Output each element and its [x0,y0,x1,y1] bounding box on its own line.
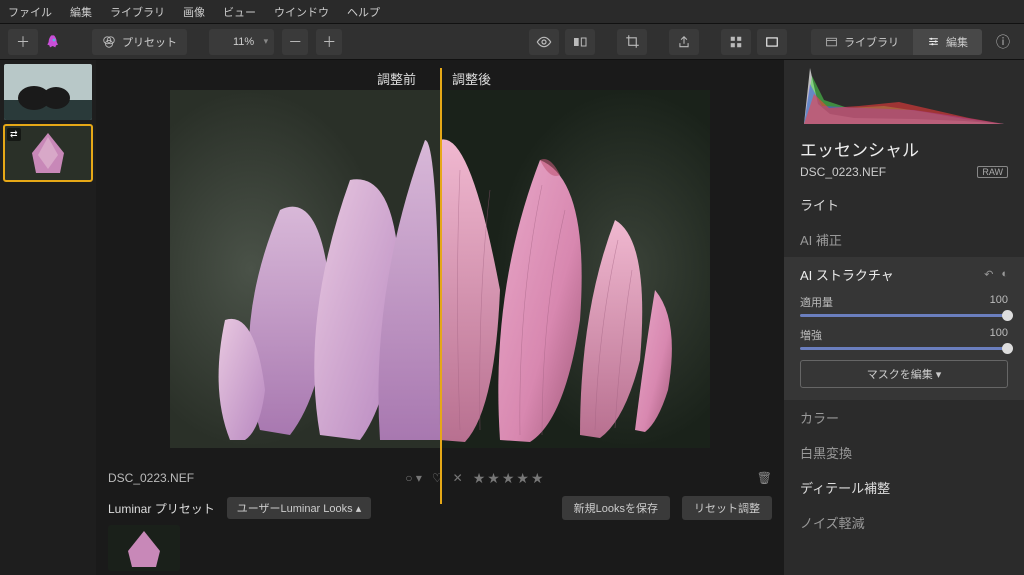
filename-label: DSC_0223.NEF [108,471,194,485]
zoom-out-button[interactable]: － [282,29,308,55]
amount-value: 100 [990,294,1008,310]
sync-icon: ⇄ [7,128,21,141]
enhance-value: 100 [990,327,1008,343]
thumbnail-1[interactable] [4,64,92,120]
save-look-button[interactable]: 新規Looksを保存 [562,496,670,520]
tool-color[interactable]: カラー [784,400,1024,435]
delete-button[interactable]: 🗑 [757,471,772,485]
info-button[interactable]: ⓘ [990,29,1016,55]
tool-ai-structure-title[interactable]: AI ストラクチャ [800,265,894,284]
sliders-icon [927,35,940,48]
menu-help[interactable]: ヘルプ [347,4,380,20]
menu-view[interactable]: ビュー [223,4,256,20]
preview-eye-button[interactable] [529,29,559,55]
tool-detail[interactable]: ディテール補整 [784,470,1024,505]
preset-label: プリセット [122,34,177,50]
tool-bw[interactable]: 白黒変換 [784,435,1024,470]
enhance-slider[interactable] [800,347,1008,350]
thumbnail-strip: ⇄ [0,60,96,575]
menu-edit[interactable]: 編集 [70,4,92,20]
tab-library[interactable]: ライブラリ [811,29,913,55]
preview-area: 調整前 調整後 [96,60,784,465]
histogram[interactable] [784,60,1024,130]
amount-slider[interactable] [800,314,1008,317]
menu-file[interactable]: ファイル [8,4,52,20]
preset-icon [102,35,116,49]
tool-light[interactable]: ライト [784,187,1024,222]
enhance-label: 増強 [800,327,822,343]
tool-ai-structure: AI ストラクチャ ↶ ◐ 適用量 100 増強 100 [784,257,1024,400]
crop-icon [625,34,640,49]
preset-thumbnail-strip [96,525,784,575]
compare-icon [572,34,588,50]
share-button[interactable] [669,29,699,55]
thumbnail-2[interactable]: ⇄ [4,125,92,181]
grid-view-button[interactable] [721,29,751,55]
compare-button[interactable] [565,29,595,55]
tab-edit[interactable]: 編集 [913,29,982,55]
eye-icon [536,34,552,50]
library-icon [825,35,838,48]
zoom-in-button[interactable]: ＋ [316,29,342,55]
preset-thumb-1[interactable] [108,525,180,571]
zoom-value: 11% [233,36,254,48]
single-view-button[interactable] [757,29,787,55]
share-icon [677,35,691,49]
menu-window[interactable]: ウインドウ [274,4,329,20]
tab-edit-label: 編集 [946,34,968,50]
edit-mask-button[interactable]: マスクを編集 ▾ [800,360,1008,388]
grid-icon [729,35,743,49]
compare-divider[interactable] [440,68,442,504]
reject-button[interactable]: ✕ [453,471,463,485]
panel-title: エッセンシャル [784,130,1024,163]
add-button[interactable]: ＋ [8,29,38,55]
before-label: 調整前 [170,66,440,91]
toggle-icon[interactable]: ◐ [1001,268,1008,281]
rocket-icon[interactable] [46,34,62,50]
flag-control[interactable]: ○ ▾ [405,471,422,485]
tool-ai-correction[interactable]: AI 補正 [784,222,1024,257]
after-label: 調整後 [440,66,710,91]
preset-category-dropdown[interactable]: ユーザーLuminar Looks ▴ [227,497,372,519]
panel-filename: DSC_0223.NEF [800,165,886,179]
menubar: ファイル 編集 ライブラリ 画像 ビュー ウインドウ ヘルプ [0,0,1024,24]
undo-icon[interactable]: ↶ [984,268,993,281]
toolbar: ＋ プリセット 11% － ＋ ライブラリ 編集 ⓘ [0,24,1024,60]
menu-image[interactable]: 画像 [183,4,205,20]
rating-stars[interactable]: ★★★★★ [473,470,546,487]
zoom-select[interactable]: 11% [209,29,274,55]
amount-label: 適用量 [800,294,833,310]
preset-button[interactable]: プリセット [92,29,187,55]
center-panel: 調整前 調整後 [96,60,784,575]
right-panel: エッセンシャル DSC_0223.NEF RAW ライト AI 補正 AI スト… [784,60,1024,575]
menu-library[interactable]: ライブラリ [110,4,165,20]
crop-button[interactable] [617,29,647,55]
tool-noise[interactable]: ノイズ軽減 [784,505,1024,540]
reset-adjustments-button[interactable]: リセット調整 [682,496,772,520]
single-icon [765,35,779,49]
preset-bar-label: Luminar プリセット [108,500,215,517]
raw-badge: RAW [977,166,1008,178]
tab-library-label: ライブラリ [844,34,899,50]
